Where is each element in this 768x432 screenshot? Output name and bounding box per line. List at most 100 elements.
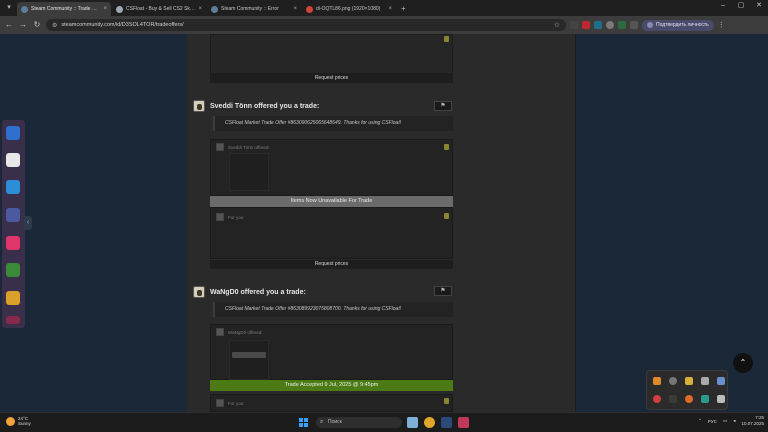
avatar[interactable] [193, 286, 205, 298]
tab-search-icon[interactable]: ▾ [4, 3, 14, 13]
app-icon[interactable] [6, 291, 20, 305]
back-arrow-icon[interactable]: ← [4, 20, 14, 30]
avatar [216, 328, 224, 336]
close-tab-icon[interactable]: × [388, 6, 392, 12]
tray-app-icon[interactable] [669, 395, 677, 403]
trade-offer-header: Sveddi Tönn offered you a trade: [193, 100, 319, 112]
their-items-label: Sveddi Tönn offered: [228, 145, 270, 150]
system-tray: ⌃ РУС ▭ ◂ 7:25 10.07.2025 [698, 415, 764, 427]
tray-overflow-flyout [646, 370, 728, 410]
offer-message: CSFloat Market Trade Offer #863089923075… [213, 302, 453, 317]
clock[interactable]: 7:25 10.07.2025 [741, 415, 764, 427]
tab-label: Steam Community :: Error [221, 6, 279, 12]
tray-overflow-chevron-icon[interactable]: ⌃ [698, 418, 702, 424]
avatar [216, 213, 224, 221]
taskbar-app-icon[interactable] [407, 417, 418, 428]
trade-status-banner: Items Now Unavailable For Trade [210, 196, 453, 207]
bookmark-star-icon[interactable]: ☆ [554, 21, 560, 29]
app-icon[interactable] [6, 180, 20, 194]
request-prices-button[interactable]: Request prices [210, 74, 453, 83]
trash-icon[interactable] [444, 36, 449, 42]
epic-games-icon[interactable] [6, 153, 20, 167]
steam-tray-icon[interactable] [717, 377, 725, 385]
profile-button[interactable]: Подтвердить личность [642, 19, 714, 31]
window-controls: – ▢ ✕ [714, 0, 768, 12]
url-text[interactable]: steamcommunity.com/id/D3SOL4TOR/tradeoff… [61, 22, 549, 28]
taskbar-app-icon[interactable] [458, 417, 469, 428]
extension-icon[interactable] [618, 21, 626, 29]
close-tab-icon[interactable]: × [293, 6, 297, 12]
input-language[interactable]: РУС [708, 419, 717, 424]
profile-label: Подтвердить личность [656, 21, 709, 28]
new-tab-button[interactable]: + [397, 2, 410, 16]
avatar[interactable] [193, 100, 205, 112]
minimize-icon[interactable]: – [714, 0, 732, 12]
app-icon[interactable] [6, 236, 20, 250]
your-items-box [210, 207, 453, 259]
tab-label: Steam Community :: Trade Offers [31, 6, 101, 12]
tray-app-icon[interactable] [669, 377, 677, 385]
chrome-icon[interactable] [424, 417, 435, 428]
tray-app-icon[interactable] [685, 395, 693, 403]
date: 10.07.2025 [741, 421, 764, 426]
taskbar-search-box[interactable]: Поиск [316, 417, 402, 428]
extension-icon[interactable] [570, 21, 578, 29]
volume-icon[interactable]: ◂ [733, 418, 735, 424]
weather-widget[interactable]: 24°C Sunny [6, 416, 31, 426]
trade-item-slot[interactable] [229, 153, 269, 191]
dock-collapse-handle[interactable]: ‹ [24, 216, 32, 230]
network-icon[interactable]: ▭ [723, 418, 727, 424]
report-flag-button[interactable]: ⚑ [434, 286, 452, 296]
request-prices-button[interactable]: Request prices [210, 260, 453, 269]
app-icon[interactable] [6, 126, 20, 140]
close-window-icon[interactable]: ✕ [750, 0, 768, 12]
your-items-label: For you: [228, 215, 245, 220]
update-arrow-icon[interactable] [6, 263, 20, 277]
forward-arrow-icon[interactable]: → [18, 20, 28, 30]
browser-toolbar: ← → ↻ ⚙ steamcommunity.com/id/D3SOL4TOR/… [0, 16, 768, 34]
extension-icon[interactable] [594, 21, 602, 29]
scroll-to-top-button[interactable]: ⌃ [733, 353, 753, 373]
profile-avatar-icon [647, 22, 653, 28]
tab-steam-trade-offers[interactable]: Steam Community :: Trade Offers × [17, 2, 111, 16]
browser-tab-strip: ▾ Steam Community :: Trade Offers × CSFl… [0, 0, 768, 16]
screen: ▾ Steam Community :: Trade Offers × CSFl… [0, 0, 768, 432]
tab-csfloat[interactable]: CSFloat - Buy & Sell CS2 Skins × [112, 2, 206, 16]
maximize-icon[interactable]: ▢ [732, 0, 750, 12]
tab-png-image[interactable]: di-OQTL86.png (1920×1080) × [302, 2, 396, 16]
tab-steam-error[interactable]: Steam Community :: Error × [207, 2, 301, 16]
their-items-label: WaNgD0 offered: [228, 330, 263, 335]
trash-icon[interactable] [444, 213, 449, 219]
close-tab-icon[interactable]: × [103, 6, 107, 12]
trash-icon[interactable] [444, 144, 449, 150]
tray-app-icon[interactable] [701, 377, 709, 385]
extension-icon[interactable] [606, 21, 614, 29]
extension-icon[interactable] [582, 21, 590, 29]
tab-label: CSFloat - Buy & Sell CS2 Skins [126, 6, 196, 12]
trade-item-slot[interactable] [229, 340, 269, 380]
steam-favicon-icon [21, 5, 28, 13]
taskbar: 24°C Sunny Поиск ⌃ РУС ▭ ◂ 7:25 10.07.20… [0, 412, 768, 432]
trash-icon[interactable] [444, 398, 449, 404]
tray-app-icon[interactable] [701, 395, 709, 403]
column-border [575, 34, 576, 412]
address-bar[interactable]: ⚙ steamcommunity.com/id/D3SOL4TOR/tradeo… [46, 19, 566, 31]
windows-start-icon[interactable] [299, 418, 308, 427]
steam-taskbar-icon[interactable] [441, 417, 452, 428]
tray-app-icon[interactable] [653, 377, 661, 385]
app-icon[interactable] [6, 316, 20, 324]
sun-icon [6, 416, 15, 426]
user-icon[interactable] [6, 208, 20, 222]
extensions-puzzle-icon[interactable] [630, 21, 638, 29]
browser-menu-icon[interactable]: ⋮ [718, 21, 725, 29]
tray-app-icon[interactable] [685, 377, 693, 385]
usb-icon[interactable] [717, 395, 725, 403]
app-launcher-dock [2, 120, 25, 328]
close-tab-icon[interactable]: × [198, 6, 202, 12]
csfloat-favicon-icon [116, 5, 123, 13]
reload-icon[interactable]: ↻ [32, 20, 42, 30]
site-info-icon[interactable]: ⚙ [52, 22, 57, 29]
offer-message: CSFloat Market Trade Offer #863090625065… [213, 116, 453, 131]
report-flag-button[interactable]: ⚑ [434, 101, 452, 111]
tray-app-icon[interactable] [653, 395, 661, 403]
